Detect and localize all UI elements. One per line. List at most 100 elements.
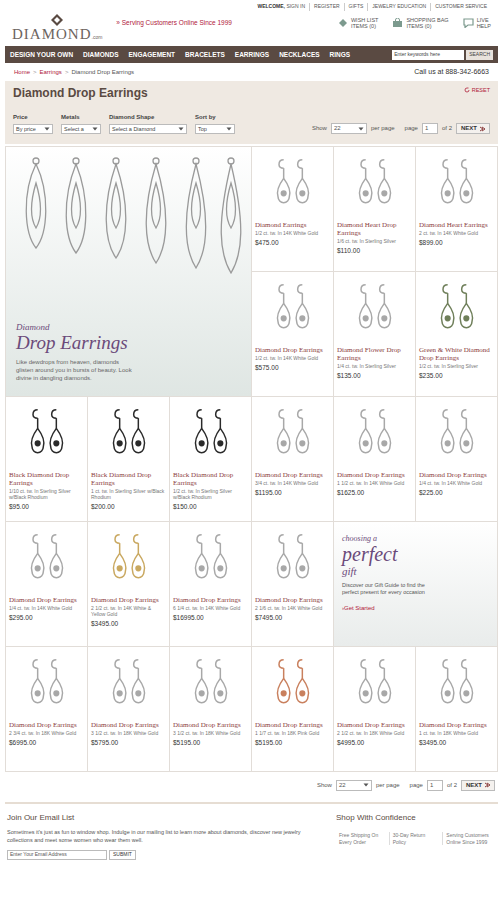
product-card[interactable]: Diamond Drop Earrings3/4 ct. tw. In 14K … — [252, 397, 333, 521]
product-card[interactable]: Diamond Drop Earrings6 1/4 ct. tw. In 14… — [170, 522, 251, 646]
earring-icon — [265, 531, 321, 587]
utility-link[interactable]: WISH LISTITEMS (0) — [338, 17, 379, 30]
product-name[interactable]: Diamond Drop Earrings — [419, 721, 494, 729]
product-image — [9, 649, 84, 719]
page-input[interactable]: 1 — [422, 123, 438, 134]
product-card[interactable]: Diamond Heart Earrings2 ct. tw. In 14K W… — [416, 147, 497, 271]
product-name[interactable]: Diamond Drop Earrings — [337, 471, 412, 479]
product-card[interactable]: Diamond Drop Earrings1/4 ct. tw. In 14K … — [6, 522, 87, 646]
nav-item[interactable]: RINGS — [330, 50, 351, 60]
product-price: $5195.00 — [173, 739, 248, 747]
product-card[interactable]: Diamond Drop Earrings1 1/7 ct. tw. In 18… — [252, 647, 333, 771]
product-card[interactable]: Diamond Drop Earrings1 1/2 ct. tw. In 14… — [334, 397, 415, 521]
page-label: page — [410, 781, 423, 790]
product-name[interactable]: Green & White Diamond Drop Earrings — [419, 346, 494, 362]
product-card[interactable]: Black Diamond Drop Earrings1/2 ct. tw. I… — [170, 397, 251, 521]
top-link[interactable]: REGISTER — [309, 3, 344, 11]
submit-button[interactable]: SUBMIT — [109, 850, 136, 860]
product-desc: 3/4 ct. tw. In 14K White Gold — [255, 480, 330, 486]
product-name[interactable]: Diamond Drop Earrings — [91, 596, 166, 604]
utility-link[interactable]: LIVEHELP — [463, 17, 491, 30]
product-card[interactable]: Diamond Drop Earrings2 1/2 ct. tw. In 18… — [334, 647, 415, 771]
product-name[interactable]: Diamond Drop Earrings — [419, 471, 494, 479]
chevron-icon — [226, 126, 232, 132]
filter: MetalsSelect a — [61, 113, 101, 134]
phone: Call us at 888-342-6663 — [414, 67, 489, 78]
next-button[interactable]: NEXT — [456, 123, 490, 134]
utility-link[interactable]: SHOPPING BAGITEMS (0) — [392, 17, 448, 30]
product-price: $1625.00 — [337, 489, 412, 497]
nav-item[interactable]: BRACELETS — [185, 50, 225, 60]
product-name[interactable]: Diamond Drop Earrings — [255, 346, 330, 354]
product-image — [419, 274, 494, 344]
product-name[interactable]: Diamond Drop Earrings — [255, 471, 330, 479]
promo-link[interactable]: ›Get Started — [342, 604, 489, 613]
page-input[interactable]: 1 — [427, 780, 443, 791]
product-name[interactable]: Diamond Drop Earrings — [91, 721, 166, 729]
product-price: $3495.00 — [419, 739, 494, 747]
per-page-label: per page — [371, 124, 395, 133]
next-button[interactable]: NEXT — [461, 780, 495, 791]
nav-item[interactable]: ENGAGEMENT — [128, 50, 175, 60]
nav-item[interactable]: DIAMONDS — [83, 50, 118, 60]
per-page-select[interactable]: 22 — [336, 780, 372, 791]
earring-icon — [101, 656, 157, 712]
product-name[interactable]: Black Diamond Drop Earrings — [9, 471, 84, 487]
product-name[interactable]: Diamond Drop Earrings — [255, 721, 330, 729]
product-name[interactable]: Diamond Earrings — [255, 221, 330, 229]
product-card[interactable]: Black Diamond Drop Earrings1 ct. tw. In … — [88, 397, 169, 521]
nav-item[interactable]: EARRINGS — [235, 50, 269, 60]
product-card[interactable]: Diamond Heart Drop Earrings1/6 ct. tw. I… — [334, 147, 415, 271]
product-name[interactable]: Diamond Drop Earrings — [173, 721, 248, 729]
product-card[interactable]: Diamond Drop Earrings2 3/4 ct. tw. In 18… — [6, 647, 87, 771]
product-card[interactable]: Diamond Drop Earrings3 1/2 ct. tw. In 18… — [88, 647, 169, 771]
per-page-select[interactable]: 22 — [331, 123, 367, 134]
product-card[interactable]: Diamond Flower Drop Earrings1/4 ct. tw. … — [334, 272, 415, 396]
product-price: $95.00 — [9, 503, 84, 511]
product-card[interactable]: Diamond Earrings1/2 ct. tw. In 14K White… — [252, 147, 333, 271]
product-desc: 1/4 ct. tw. In 14K White Gold — [9, 605, 84, 611]
top-link[interactable]: JEWELRY EDUCATION — [367, 3, 430, 11]
product-card[interactable]: Diamond Drop Earrings1 ct. tw. In 18K Wh… — [416, 647, 497, 771]
product-name[interactable]: Black Diamond Drop Earrings — [173, 471, 248, 487]
nav-item[interactable]: DESIGN YOUR OWN — [10, 50, 73, 60]
gift-promo[interactable]: choosing aperfectgiftDiscover our Gift G… — [334, 522, 497, 646]
promo-title: perfect — [342, 543, 398, 565]
email-input[interactable]: Enter Your Email Address — [7, 850, 107, 860]
filter-select[interactable]: Select a Diamond — [109, 124, 187, 134]
filter-select[interactable]: Select a — [61, 124, 101, 134]
filter-select[interactable]: Top — [195, 124, 235, 134]
hero-banner[interactable]: DiamondDrop EarringsLike dewdrops from h… — [6, 147, 251, 396]
product-name[interactable]: Diamond Flower Drop Earrings — [337, 346, 412, 362]
product-card[interactable]: Diamond Drop Earrings2 1/2 ct. tw. In 14… — [88, 522, 169, 646]
product-name[interactable]: Black Diamond Drop Earrings — [91, 471, 166, 487]
breadcrumb-item[interactable]: Earrings — [40, 68, 62, 77]
product-card[interactable]: Black Diamond Drop Earrings1/10 ct. tw. … — [6, 397, 87, 521]
product-name[interactable]: Diamond Drop Earrings — [337, 721, 412, 729]
product-card[interactable]: Diamond Drop Earrings1/2 ct. tw. In 14K … — [252, 272, 333, 396]
product-name[interactable]: Diamond Heart Earrings — [419, 221, 494, 229]
product-name[interactable]: Diamond Drop Earrings — [9, 721, 84, 729]
product-name[interactable]: Diamond Drop Earrings — [255, 596, 330, 604]
chevron-icon — [178, 126, 184, 132]
product-desc: 1/4 ct. tw. In 14K White Gold — [419, 480, 494, 486]
breadcrumb-item[interactable]: Home — [14, 68, 30, 77]
nav-item[interactable]: NECKLACES — [279, 50, 319, 60]
product-name[interactable]: Diamond Drop Earrings — [173, 596, 248, 604]
search-button[interactable]: SEARCH — [466, 50, 493, 60]
top-link[interactable]: GIFTS — [344, 3, 368, 11]
product-card[interactable]: Green & White Diamond Drop Earrings1/2 c… — [416, 272, 497, 396]
top-link[interactable]: CUSTOMER SERVICE — [430, 3, 491, 11]
nav-bar: DESIGN YOUR OWN DIAMONDS ENGAGEMENT BRACELE… — [5, 46, 498, 63]
product-card[interactable]: Diamond Drop Earrings1/4 ct. tw. In 14K … — [416, 397, 497, 521]
reset-button[interactable]: RESET — [464, 86, 490, 94]
filter-select[interactable]: By price — [13, 124, 53, 134]
search-input[interactable]: Enter keywords here — [392, 50, 464, 60]
logo[interactable]: DIAMOND.com — [12, 14, 102, 42]
product-card[interactable]: Diamond Drop Earrings2 1/6 ct. tw. In 14… — [252, 522, 333, 646]
product-card[interactable]: Diamond Drop Earrings3 1/2 ct. tw. In 18… — [170, 647, 251, 771]
product-grid: DiamondDrop EarringsLike dewdrops from h… — [5, 146, 498, 772]
product-name[interactable]: Diamond Drop Earrings — [9, 596, 84, 604]
top-link[interactable]: WELCOME, SIGN IN — [254, 3, 310, 11]
product-name[interactable]: Diamond Heart Drop Earrings — [337, 221, 412, 237]
